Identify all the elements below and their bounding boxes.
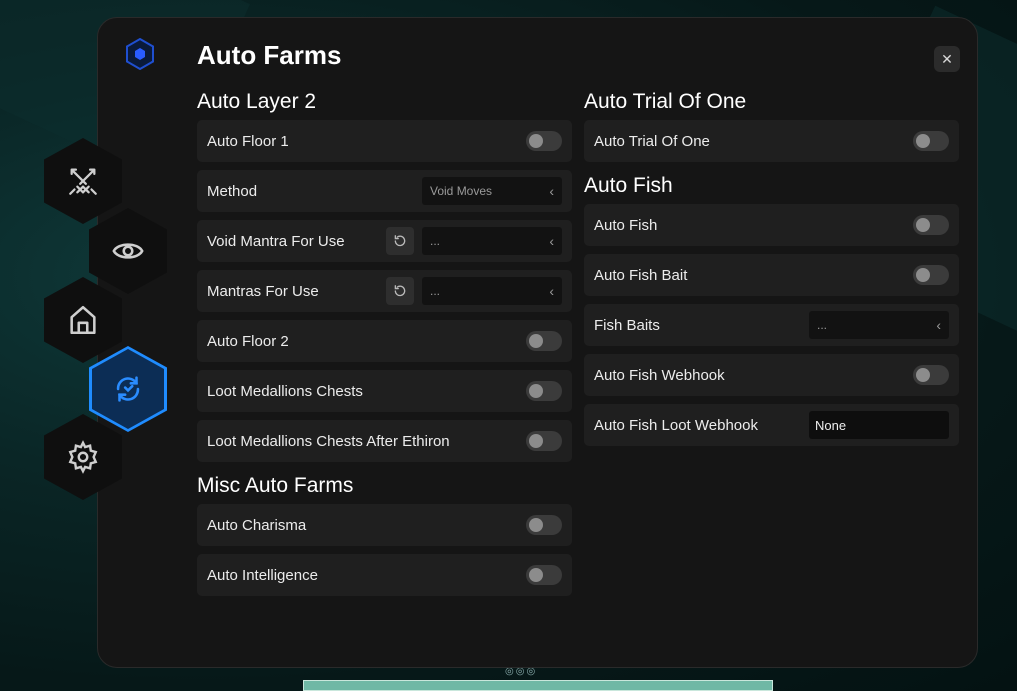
row-label: Method: [207, 182, 258, 200]
chevron-left-icon: ‹: [549, 183, 554, 199]
void-mantra-refresh-button[interactable]: [386, 227, 414, 255]
row-label: Auto Floor 2: [207, 332, 289, 350]
chevron-left-icon: ‹: [936, 317, 941, 333]
toggle-knob: [529, 134, 543, 148]
dropdown-value: ...: [817, 318, 828, 332]
logo-hex-icon: [126, 38, 154, 70]
method-dropdown[interactable]: Void Moves ‹: [422, 177, 562, 205]
row-auto-charisma: Auto Charisma: [197, 504, 572, 546]
close-button[interactable]: ✕: [934, 46, 960, 72]
row-label: Auto Intelligence: [207, 566, 318, 584]
row-label: Fish Baits: [594, 316, 660, 334]
toggle-knob: [529, 384, 543, 398]
section-title-auto-fish: Auto Fish: [584, 174, 673, 197]
row-label: Mantras For Use: [207, 282, 319, 300]
row-label: Auto Fish Webhook: [594, 366, 725, 384]
toggle-knob: [916, 368, 930, 382]
section-title-misc-auto-farms: Misc Auto Farms: [197, 474, 354, 497]
home-icon: [70, 305, 96, 335]
row-mantras: Mantras For Use ... ‹: [197, 270, 572, 312]
toggle-knob: [916, 134, 930, 148]
swords-icon: [69, 168, 97, 195]
section-title-auto-trial: Auto Trial Of One: [584, 90, 747, 113]
row-label: Void Mantra For Use: [207, 232, 345, 250]
background-strip: [303, 680, 773, 691]
row-label: Auto Charisma: [207, 516, 307, 534]
auto-fish-webhook-toggle[interactable]: [913, 365, 949, 385]
row-auto-trial: Auto Trial Of One: [584, 120, 959, 162]
refresh-cycle-icon: [116, 376, 140, 402]
row-auto-fish: Auto Fish: [584, 204, 959, 246]
row-method: Method Void Moves ‹: [197, 170, 572, 212]
auto-floor-2-toggle[interactable]: [526, 331, 562, 351]
auto-trial-toggle[interactable]: [913, 131, 949, 151]
row-fish-baits: Fish Baits ... ‹: [584, 304, 959, 346]
mantras-dropdown[interactable]: ... ‹: [422, 277, 562, 305]
row-loot-medallions-after: Loot Medallions Chests After Ethiron: [197, 420, 572, 462]
auto-fish-toggle[interactable]: [913, 215, 949, 235]
row-label: Auto Floor 1: [207, 132, 289, 150]
row-label: Auto Fish Bait: [594, 266, 688, 284]
toggle-knob: [529, 518, 543, 532]
row-auto-fish-bait: Auto Fish Bait: [584, 254, 959, 296]
row-label: Loot Medallions Chests After Ethiron: [207, 432, 450, 450]
auto-charisma-toggle[interactable]: [526, 515, 562, 535]
gear-icon: [68, 440, 98, 474]
loot-medallions-toggle[interactable]: [526, 381, 562, 401]
toggle-knob: [529, 434, 543, 448]
loot-medallions-after-toggle[interactable]: [526, 431, 562, 451]
toggle-knob: [529, 334, 543, 348]
dropdown-value: ...: [430, 284, 441, 298]
section-title-auto-layer-2: Auto Layer 2: [197, 90, 317, 113]
auto-floor-1-toggle[interactable]: [526, 131, 562, 151]
row-label: Auto Trial Of One: [594, 132, 710, 150]
row-label: Loot Medallions Chests: [207, 382, 363, 400]
row-label: Auto Fish: [594, 216, 658, 234]
void-mantra-dropdown[interactable]: ... ‹: [422, 227, 562, 255]
chevron-left-icon: ‹: [549, 283, 554, 299]
row-loot-medallions: Loot Medallions Chests: [197, 370, 572, 412]
page-title: Auto Farms: [197, 40, 342, 70]
row-auto-fish-webhook: Auto Fish Webhook: [584, 354, 959, 396]
row-auto-floor-2: Auto Floor 2: [197, 320, 572, 362]
toggle-knob: [916, 268, 930, 282]
refresh-icon: [394, 235, 406, 247]
row-label: Auto Fish Loot Webhook: [594, 416, 758, 434]
dropdown-value: Void Moves: [430, 184, 493, 198]
toggle-knob: [916, 218, 930, 232]
row-void-mantra: Void Mantra For Use ... ‹: [197, 220, 572, 262]
loot-webhook-input[interactable]: [809, 411, 949, 439]
eye-icon: [112, 243, 144, 259]
row-auto-floor-1: Auto Floor 1: [197, 120, 572, 162]
fish-baits-dropdown[interactable]: ... ‹: [809, 311, 949, 339]
chevron-left-icon: ‹: [549, 233, 554, 249]
mantras-refresh-button[interactable]: [386, 277, 414, 305]
toggle-knob: [529, 568, 543, 582]
sidebar-item-auto-farms-inner: [92, 349, 164, 429]
row-auto-fish-loot-webhook: Auto Fish Loot Webhook: [584, 404, 959, 446]
auto-intelligence-toggle[interactable]: [526, 565, 562, 585]
auto-fish-bait-toggle[interactable]: [913, 265, 949, 285]
dropdown-value: ...: [430, 234, 441, 248]
refresh-icon: [394, 285, 406, 297]
row-auto-intelligence: Auto Intelligence: [197, 554, 572, 596]
